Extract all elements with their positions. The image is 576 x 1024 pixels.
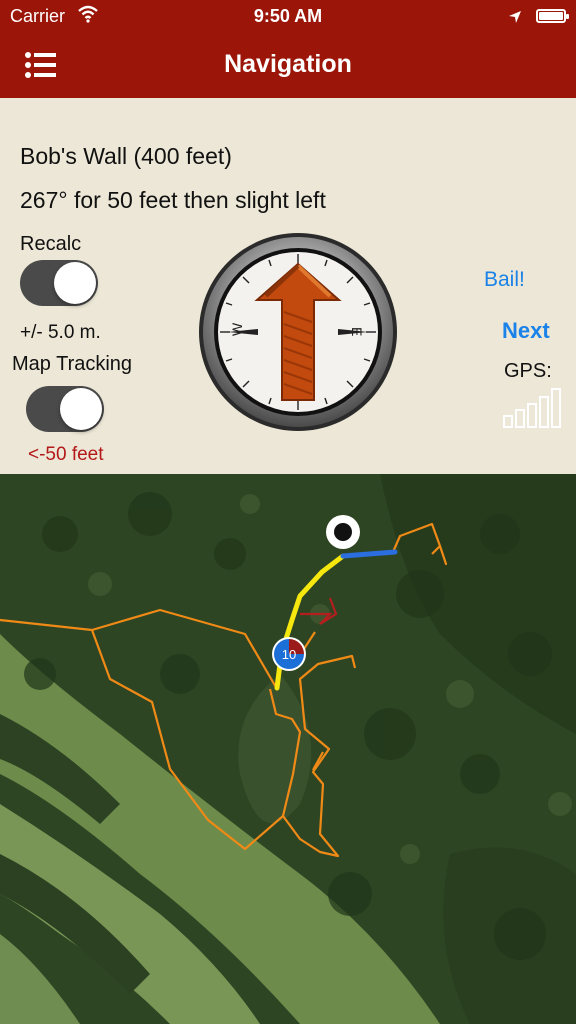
navigation-panel: Bob's Wall (400 feet) 267° for 50 feet t… (0, 98, 576, 474)
page-title: Navigation (224, 50, 352, 78)
clock: 9:50 AM (253, 6, 323, 26)
gps-accuracy: +/- 5.0 m. (20, 322, 101, 343)
recalc-label: Recalc (20, 233, 82, 255)
status-bar: Carrier 9:50 AM (0, 0, 576, 32)
toggle-knob (54, 262, 96, 304)
toggle-knob (60, 388, 102, 430)
location-arrow-icon (508, 8, 522, 29)
bail-button[interactable]: Bail! (484, 268, 525, 292)
map-tracking-toggle[interactable] (26, 386, 104, 432)
compass-east-letter: E (349, 327, 365, 336)
compass-west-letter: W (229, 322, 245, 336)
gps-label: GPS: (504, 360, 552, 382)
battery-icon (536, 9, 569, 23)
recalc-toggle[interactable] (20, 260, 98, 306)
offtrack-distance: <-50 feet (28, 444, 104, 465)
gps-signal-icon (503, 386, 565, 428)
destination-label: Bob's Wall (400 feet) (20, 143, 232, 169)
direction-instruction: 267° for 50 feet then slight left (20, 187, 326, 213)
current-location-marker (326, 515, 360, 549)
navigation-bar: Navigation (0, 32, 576, 98)
map-tracking-label: Map Tracking (12, 353, 133, 375)
compass: W E (198, 232, 398, 432)
satellite-map[interactable]: 10 (0, 474, 576, 1024)
waypoint-number: 10 (282, 647, 296, 662)
waypoint-marker[interactable]: 10 (272, 637, 306, 671)
next-button[interactable]: Next (502, 318, 550, 344)
